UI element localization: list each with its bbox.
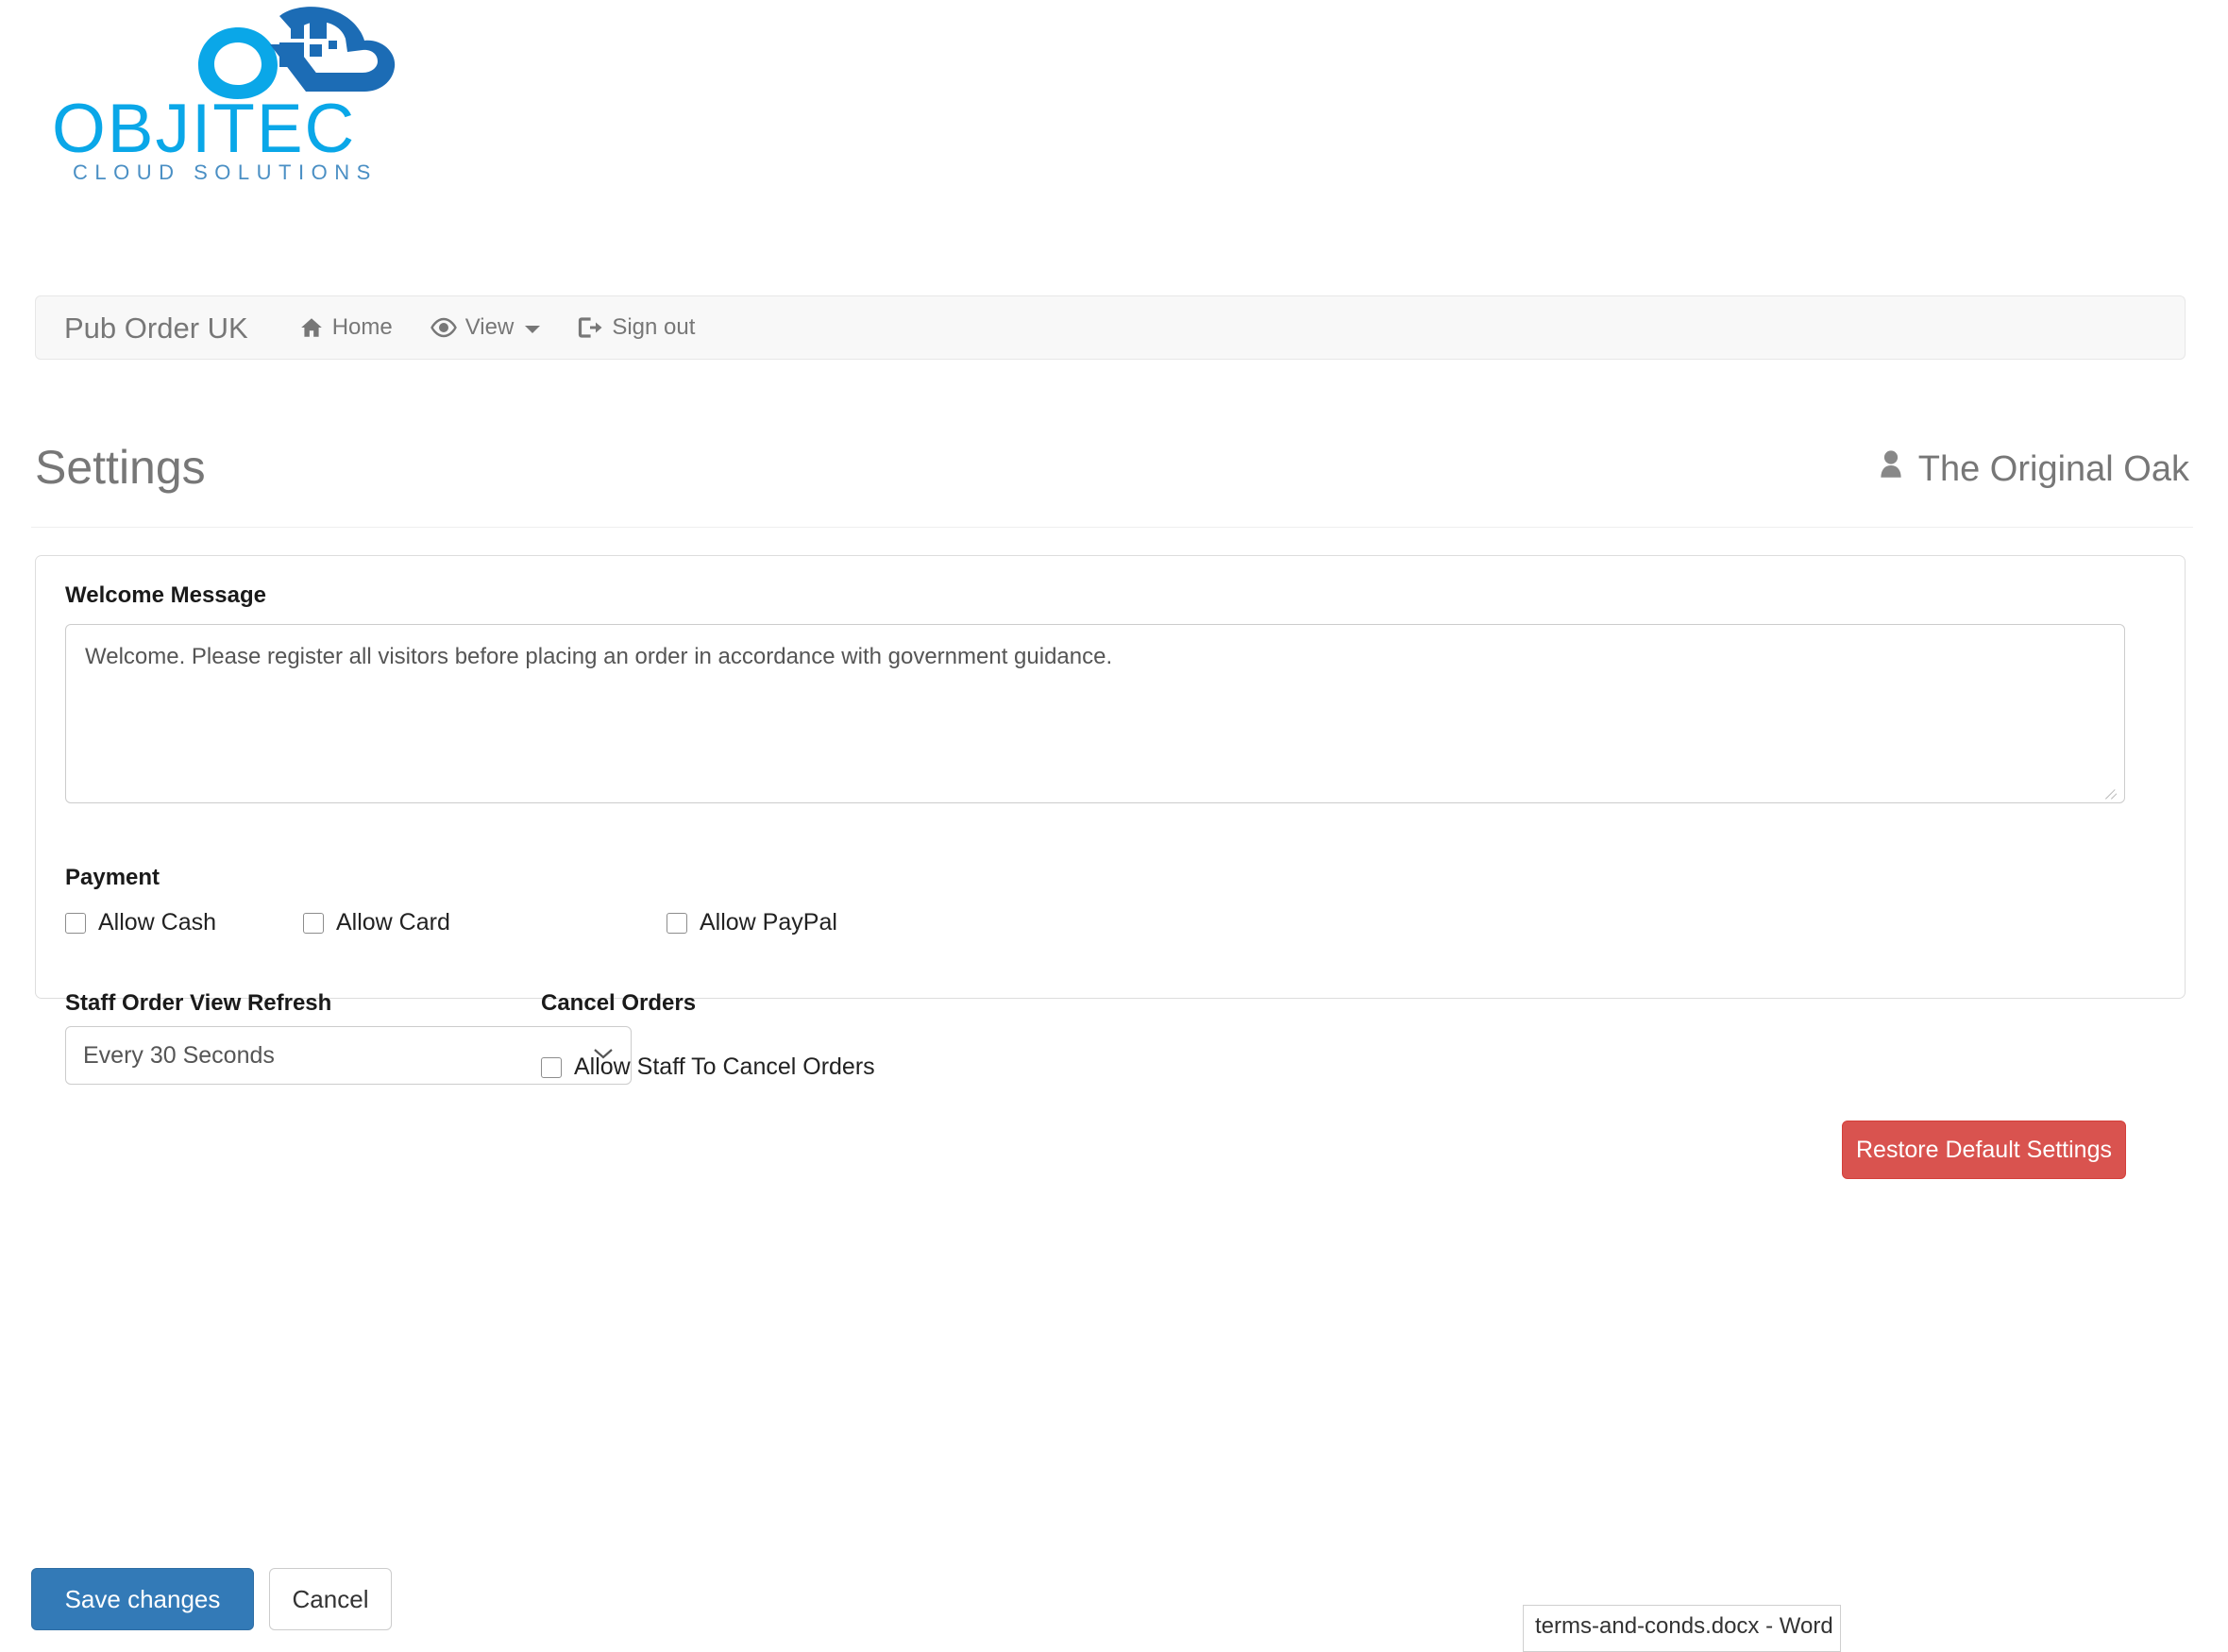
- staff-order-view-refresh-value: Every 30 Seconds: [83, 1041, 275, 1069]
- nav-item-sign-out-label: Sign out: [612, 314, 696, 340]
- allow-cash-label: Allow Cash: [98, 909, 217, 936]
- current-user-label: The Original Oak: [1917, 448, 2189, 489]
- current-user: The Original Oak: [1877, 449, 2189, 491]
- sign-out-icon: [578, 315, 603, 340]
- staff-order-view-refresh-label: Staff Order View Refresh: [65, 990, 332, 1016]
- main-navbar: Pub Order UK Home View Sign out: [35, 295, 2186, 360]
- welcome-message-label: Welcome Message: [65, 582, 266, 608]
- nav-item-home[interactable]: Home: [280, 295, 412, 360]
- page-title: Settings: [35, 441, 206, 494]
- nav-item-home-label: Home: [331, 314, 393, 340]
- allow-paypal-checkbox[interactable]: [667, 912, 687, 934]
- allow-paypal-label: Allow PayPal: [700, 909, 837, 936]
- chevron-down-icon: [525, 325, 541, 333]
- home-icon: [299, 315, 324, 340]
- restore-default-settings-button[interactable]: Restore Default Settings: [1842, 1121, 2126, 1179]
- page-header: Settings The Original Oak: [35, 444, 2189, 491]
- objitec-cloud-logo-icon: [189, 5, 406, 104]
- cancel-orders-option[interactable]: Allow Staff To Cancel Orders: [541, 1055, 875, 1079]
- payment-option-allow-paypal[interactable]: Allow PayPal: [667, 911, 837, 935]
- eye-icon: [430, 315, 457, 340]
- payment-option-allow-cash[interactable]: Allow Cash: [65, 911, 216, 935]
- logo-wordmark: OBJITEC: [52, 91, 357, 167]
- logo-tagline: CLOUD SOLUTIONS: [73, 160, 378, 184]
- header-divider: [31, 527, 2193, 528]
- cancel-button[interactable]: Cancel: [269, 1568, 392, 1630]
- allow-staff-cancel-orders-label: Allow Staff To Cancel Orders: [574, 1054, 875, 1080]
- taskbar-item-word-document[interactable]: terms-and-conds.docx - Word: [1523, 1605, 1841, 1652]
- nav-item-sign-out[interactable]: Sign out: [559, 295, 714, 360]
- welcome-message-input[interactable]: [65, 624, 2125, 803]
- navbar-brand[interactable]: Pub Order UK: [64, 313, 248, 343]
- user-icon: [1877, 449, 1905, 488]
- nav-item-view-label: View: [464, 314, 515, 340]
- cancel-orders-label: Cancel Orders: [541, 990, 697, 1016]
- allow-cash-checkbox[interactable]: [65, 912, 86, 934]
- save-changes-button[interactable]: Save changes: [31, 1568, 254, 1630]
- payment-label: Payment: [65, 865, 160, 890]
- brand-logo: OBJITEC CLOUD SOLUTIONS: [52, 0, 581, 283]
- settings-card: Welcome Message Payment Allow Cash Allow…: [35, 555, 2186, 1179]
- allow-card-label: Allow Card: [336, 909, 450, 936]
- nav-item-view[interactable]: View: [412, 295, 560, 360]
- payment-option-allow-card[interactable]: Allow Card: [303, 911, 450, 935]
- allow-card-checkbox[interactable]: [303, 912, 324, 934]
- allow-staff-cancel-orders-checkbox[interactable]: [541, 1056, 562, 1078]
